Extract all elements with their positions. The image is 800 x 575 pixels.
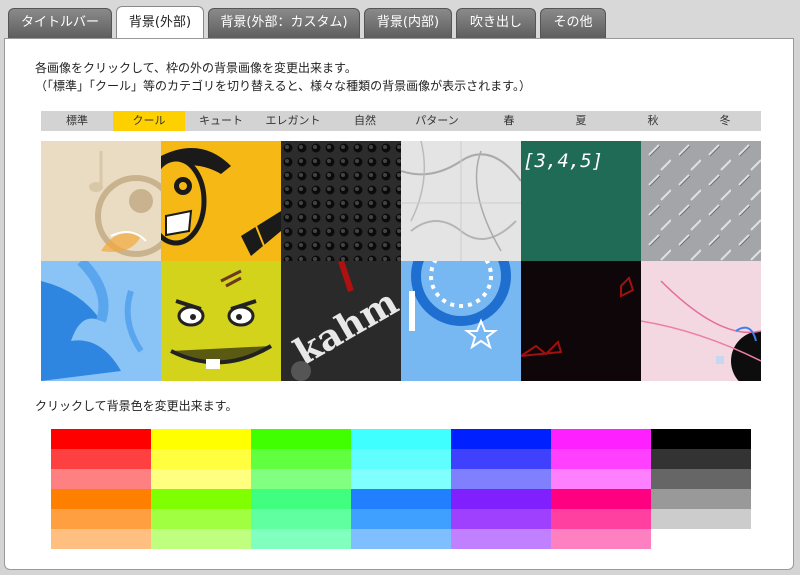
background-thumb-11[interactable] — [521, 261, 641, 381]
color-swatch[interactable] — [451, 509, 551, 529]
color-swatch[interactable] — [51, 449, 151, 469]
color-swatch[interactable] — [651, 429, 751, 449]
color-swatch[interactable] — [251, 449, 351, 469]
color-swatch[interactable] — [351, 529, 451, 549]
color-swatch[interactable] — [651, 489, 751, 509]
category-cute[interactable]: キュート — [185, 111, 257, 131]
tab-speech-bubble[interactable]: 吹き出し — [456, 8, 536, 38]
color-palette — [51, 429, 751, 549]
settings-panel: 各画像をクリックして、枠の外の背景画像を変更出来ます。 （「標準」「クール」等の… — [4, 38, 794, 570]
color-swatch[interactable] — [351, 489, 451, 509]
summer-thumb-text: [3,4,5] — [523, 150, 603, 172]
category-summer[interactable]: 夏 — [545, 111, 617, 131]
color-swatch[interactable] — [351, 509, 451, 529]
tab-background-custom[interactable]: 背景(外部：カスタム) — [208, 8, 360, 38]
color-swatch[interactable] — [251, 429, 351, 449]
background-thumb-1[interactable] — [41, 141, 161, 261]
category-bar: 標準 クール キュート エレガント 自然 パターン 春 夏 秋 冬 — [41, 111, 761, 131]
color-swatch[interactable] — [151, 449, 251, 469]
color-swatch[interactable] — [551, 489, 651, 509]
category-pattern[interactable]: パターン — [401, 111, 473, 131]
background-thumb-9[interactable]: kahm — [281, 261, 401, 381]
background-thumb-6[interactable] — [641, 141, 761, 261]
instruction-line-2: （「標準」「クール」等のカテゴリを切り替えると、様々な種類の背景画像が表示されま… — [35, 79, 531, 93]
color-swatch[interactable] — [351, 429, 451, 449]
color-swatch[interactable] — [451, 449, 551, 469]
color-swatch[interactable] — [151, 429, 251, 449]
color-swatch[interactable] — [551, 469, 651, 489]
category-elegant[interactable]: エレガント — [257, 111, 329, 131]
tab-other[interactable]: その他 — [540, 8, 606, 38]
color-swatch[interactable] — [551, 529, 651, 549]
color-swatch[interactable] — [451, 489, 551, 509]
background-thumb-3[interactable] — [281, 141, 401, 261]
color-swatch[interactable] — [151, 469, 251, 489]
category-nature[interactable]: 自然 — [329, 111, 401, 131]
color-swatch[interactable] — [651, 449, 751, 469]
color-swatch[interactable] — [51, 469, 151, 489]
category-spring[interactable]: 春 — [473, 111, 545, 131]
color-swatch[interactable] — [51, 429, 151, 449]
category-standard[interactable]: 標準 — [41, 111, 113, 131]
color-swatch[interactable] — [151, 509, 251, 529]
category-cool[interactable]: クール — [113, 111, 185, 131]
color-swatch[interactable] — [51, 509, 151, 529]
color-swatch[interactable] — [251, 469, 351, 489]
background-thumb-8[interactable] — [161, 261, 281, 381]
color-swatch[interactable] — [151, 489, 251, 509]
tab-background-inner[interactable]: 背景(内部) — [364, 8, 452, 38]
color-swatch[interactable] — [451, 429, 551, 449]
background-thumb-10[interactable] — [401, 261, 521, 381]
color-swatch[interactable] — [251, 489, 351, 509]
color-swatch[interactable] — [551, 449, 651, 469]
category-winter[interactable]: 冬 — [689, 111, 761, 131]
color-swatch[interactable] — [551, 509, 651, 529]
category-autumn[interactable]: 秋 — [617, 111, 689, 131]
color-swatch[interactable] — [251, 529, 351, 549]
color-swatch[interactable] — [651, 469, 751, 489]
color-swatch[interactable] — [651, 529, 751, 549]
color-swatch[interactable] — [451, 469, 551, 489]
color-swatch[interactable] — [351, 449, 451, 469]
background-thumb-4[interactable] — [401, 141, 521, 261]
color-swatch[interactable] — [351, 469, 451, 489]
color-swatch[interactable] — [251, 509, 351, 529]
background-thumb-7[interactable] — [41, 261, 161, 381]
background-thumb-2[interactable] — [161, 141, 281, 261]
background-thumb-12[interactable] — [641, 261, 761, 381]
color-swatch[interactable] — [451, 529, 551, 549]
color-caption: クリックして背景色を変更出来ます。 — [35, 399, 238, 413]
color-swatch[interactable] — [551, 429, 651, 449]
color-swatch[interactable] — [151, 529, 251, 549]
background-image-grid: [3,4,5] kahm — [41, 141, 761, 381]
instruction-line-1: 各画像をクリックして、枠の外の背景画像を変更出来ます。 — [35, 61, 357, 75]
color-swatch[interactable] — [651, 509, 751, 529]
tab-title-bar[interactable]: タイトルバー — [8, 8, 112, 38]
color-swatch[interactable] — [51, 489, 151, 509]
tab-bar: タイトルバー 背景(外部) 背景(外部：カスタム) 背景(内部) 吹き出し その… — [0, 0, 800, 40]
color-swatch[interactable] — [51, 529, 151, 549]
tab-background-outer[interactable]: 背景(外部) — [116, 6, 204, 40]
background-thumb-5[interactable]: [3,4,5] — [521, 141, 641, 261]
